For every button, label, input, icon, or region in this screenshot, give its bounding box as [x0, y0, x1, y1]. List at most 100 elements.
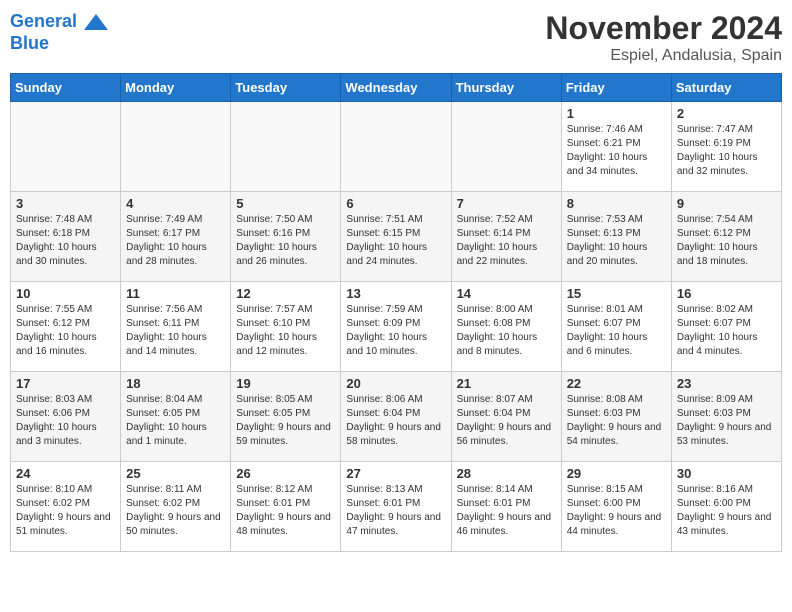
calendar-cell: [341, 102, 451, 192]
day-info: Sunrise: 8:09 AMSunset: 6:03 PMDaylight:…: [677, 393, 776, 449]
day-number: 20: [346, 376, 445, 391]
calendar-week-1: 1 Sunrise: 7:46 AMSunset: 6:21 PMDaylight…: [11, 102, 782, 192]
day-info: Sunrise: 8:10 AMSunset: 6:02 PMDaylight:…: [16, 483, 115, 539]
day-number: 13: [346, 286, 445, 301]
day-number: 9: [677, 196, 776, 211]
day-number: 21: [457, 376, 556, 391]
day-info: Sunrise: 7:55 AMSunset: 6:12 PMDaylight:…: [16, 303, 115, 359]
day-info: Sunrise: 8:08 AMSunset: 6:03 PMDaylight:…: [567, 393, 666, 449]
calendar-cell: 15 Sunrise: 8:01 AMSunset: 6:07 PMDayligh…: [561, 282, 671, 372]
day-number: 7: [457, 196, 556, 211]
day-info: Sunrise: 7:52 AMSunset: 6:14 PMDaylight:…: [457, 213, 556, 269]
weekday-header-tuesday: Tuesday: [231, 74, 341, 102]
calendar-cell: 2 Sunrise: 7:47 AMSunset: 6:19 PMDaylight…: [671, 102, 781, 192]
day-info: Sunrise: 7:47 AMSunset: 6:19 PMDaylight:…: [677, 123, 776, 179]
page-header: General Blue November 2024 Espiel, Andal…: [10, 10, 782, 65]
day-info: Sunrise: 8:11 AMSunset: 6:02 PMDaylight:…: [126, 483, 225, 539]
calendar-cell: 16 Sunrise: 8:02 AMSunset: 6:07 PMDayligh…: [671, 282, 781, 372]
weekday-header-friday: Friday: [561, 74, 671, 102]
day-number: 24: [16, 466, 115, 481]
calendar-week-4: 17 Sunrise: 8:03 AMSunset: 6:06 PMDayligh…: [11, 372, 782, 462]
day-number: 22: [567, 376, 666, 391]
calendar-week-5: 24 Sunrise: 8:10 AMSunset: 6:02 PMDayligh…: [11, 462, 782, 552]
day-number: 5: [236, 196, 335, 211]
day-info: Sunrise: 8:12 AMSunset: 6:01 PMDaylight:…: [236, 483, 335, 539]
day-number: 25: [126, 466, 225, 481]
day-info: Sunrise: 8:13 AMSunset: 6:01 PMDaylight:…: [346, 483, 445, 539]
calendar-cell: 28Sunrise: 8:14 AMSunset: 6:01 PMDayligh…: [451, 462, 561, 552]
day-info: Sunrise: 7:50 AMSunset: 6:16 PMDaylight:…: [236, 213, 335, 269]
day-info: Sunrise: 7:51 AMSunset: 6:15 PMDaylight:…: [346, 213, 445, 269]
day-info: Sunrise: 7:46 AMSunset: 6:21 PMDaylight:…: [567, 123, 666, 179]
weekday-header-monday: Monday: [121, 74, 231, 102]
calendar-cell: [451, 102, 561, 192]
calendar-cell: 17 Sunrise: 8:03 AMSunset: 6:06 PMDayligh…: [11, 372, 121, 462]
logo-text: General Blue: [10, 10, 108, 54]
calendar-cell: 24 Sunrise: 8:10 AMSunset: 6:02 PMDayligh…: [11, 462, 121, 552]
day-info: Sunrise: 8:00 AMSunset: 6:08 PMDaylight:…: [457, 303, 556, 359]
day-number: 18: [126, 376, 225, 391]
day-number: 30: [677, 466, 776, 481]
calendar-cell: 21 Sunrise: 8:07 AMSunset: 6:04 PMDayligh…: [451, 372, 561, 462]
day-info: Sunrise: 8:04 AMSunset: 6:05 PMDaylight:…: [126, 393, 225, 449]
calendar-cell: 6Sunrise: 7:51 AMSunset: 6:15 PMDaylight…: [341, 192, 451, 282]
day-number: 26: [236, 466, 335, 481]
day-number: 23: [677, 376, 776, 391]
weekday-header-sunday: Sunday: [11, 74, 121, 102]
day-info: Sunrise: 8:15 AMSunset: 6:00 PMDaylight:…: [567, 483, 666, 539]
calendar-cell: 23 Sunrise: 8:09 AMSunset: 6:03 PMDayligh…: [671, 372, 781, 462]
day-number: 4: [126, 196, 225, 211]
day-number: 16: [677, 286, 776, 301]
calendar-cell: 8 Sunrise: 7:53 AMSunset: 6:13 PMDaylight…: [561, 192, 671, 282]
calendar-cell: [121, 102, 231, 192]
day-info: Sunrise: 7:56 AMSunset: 6:11 PMDaylight:…: [126, 303, 225, 359]
weekday-header-thursday: Thursday: [451, 74, 561, 102]
day-number: 15: [567, 286, 666, 301]
calendar-cell: 22 Sunrise: 8:08 AMSunset: 6:03 PMDayligh…: [561, 372, 671, 462]
calendar-cell: 3 Sunrise: 7:48 AMSunset: 6:18 PMDaylight…: [11, 192, 121, 282]
weekday-header-saturday: Saturday: [671, 74, 781, 102]
day-info: Sunrise: 8:16 AMSunset: 6:00 PMDaylight:…: [677, 483, 776, 539]
calendar-cell: 30 Sunrise: 8:16 AMSunset: 6:00 PMDayligh…: [671, 462, 781, 552]
calendar-title: November 2024: [545, 10, 782, 47]
calendar-cell: 20 Sunrise: 8:06 AMSunset: 6:04 PMDayligh…: [341, 372, 451, 462]
day-number: 27: [346, 466, 445, 481]
day-info: Sunrise: 8:03 AMSunset: 6:06 PMDaylight:…: [16, 393, 115, 449]
day-info: Sunrise: 7:53 AMSunset: 6:13 PMDaylight:…: [567, 213, 666, 269]
title-area: November 2024 Espiel, Andalusia, Spain: [545, 10, 782, 65]
day-info: Sunrise: 8:06 AMSunset: 6:04 PMDaylight:…: [346, 393, 445, 449]
calendar-cell: 27 Sunrise: 8:13 AMSunset: 6:01 PMDayligh…: [341, 462, 451, 552]
day-info: Sunrise: 8:01 AMSunset: 6:07 PMDaylight:…: [567, 303, 666, 359]
day-info: Sunrise: 8:05 AMSunset: 6:05 PMDaylight:…: [236, 393, 335, 449]
calendar-cell: 12Sunrise: 7:57 AMSunset: 6:10 PMDayligh…: [231, 282, 341, 372]
day-info: Sunrise: 7:48 AMSunset: 6:18 PMDaylight:…: [16, 213, 115, 269]
logo: General Blue: [10, 10, 108, 54]
day-number: 2: [677, 106, 776, 121]
calendar-cell: 5 Sunrise: 7:50 AMSunset: 6:16 PMDaylight…: [231, 192, 341, 282]
day-info: Sunrise: 8:02 AMSunset: 6:07 PMDaylight:…: [677, 303, 776, 359]
calendar-week-2: 3 Sunrise: 7:48 AMSunset: 6:18 PMDaylight…: [11, 192, 782, 282]
calendar-cell: [11, 102, 121, 192]
calendar-subtitle: Espiel, Andalusia, Spain: [545, 47, 782, 65]
weekday-header-row: SundayMondayTuesdayWednesdayThursdayFrid…: [11, 74, 782, 102]
calendar-cell: 4 Sunrise: 7:49 AMSunset: 6:17 PMDaylight…: [121, 192, 231, 282]
day-info: Sunrise: 7:59 AMSunset: 6:09 PMDaylight:…: [346, 303, 445, 359]
day-info: Sunrise: 7:49 AMSunset: 6:17 PMDaylight:…: [126, 213, 225, 269]
calendar-cell: 10Sunrise: 7:55 AMSunset: 6:12 PMDayligh…: [11, 282, 121, 372]
calendar-cell: 29Sunrise: 8:15 AMSunset: 6:00 PMDayligh…: [561, 462, 671, 552]
day-number: 3: [16, 196, 115, 211]
day-number: 17: [16, 376, 115, 391]
calendar-cell: 14 Sunrise: 8:00 AMSunset: 6:08 PMDayligh…: [451, 282, 561, 372]
calendar-cell: 11 Sunrise: 7:56 AMSunset: 6:11 PMDayligh…: [121, 282, 231, 372]
calendar-cell: 7 Sunrise: 7:52 AMSunset: 6:14 PMDaylight…: [451, 192, 561, 282]
day-number: 19: [236, 376, 335, 391]
day-number: 14: [457, 286, 556, 301]
day-info: Sunrise: 8:14 AMSunset: 6:01 PMDaylight:…: [457, 483, 556, 539]
day-info: Sunrise: 7:54 AMSunset: 6:12 PMDaylight:…: [677, 213, 776, 269]
weekday-header-wednesday: Wednesday: [341, 74, 451, 102]
day-info: Sunrise: 8:07 AMSunset: 6:04 PMDaylight:…: [457, 393, 556, 449]
day-number: 8: [567, 196, 666, 211]
calendar-cell: 13 Sunrise: 7:59 AMSunset: 6:09 PMDayligh…: [341, 282, 451, 372]
day-number: 11: [126, 286, 225, 301]
day-number: 1: [567, 106, 666, 121]
